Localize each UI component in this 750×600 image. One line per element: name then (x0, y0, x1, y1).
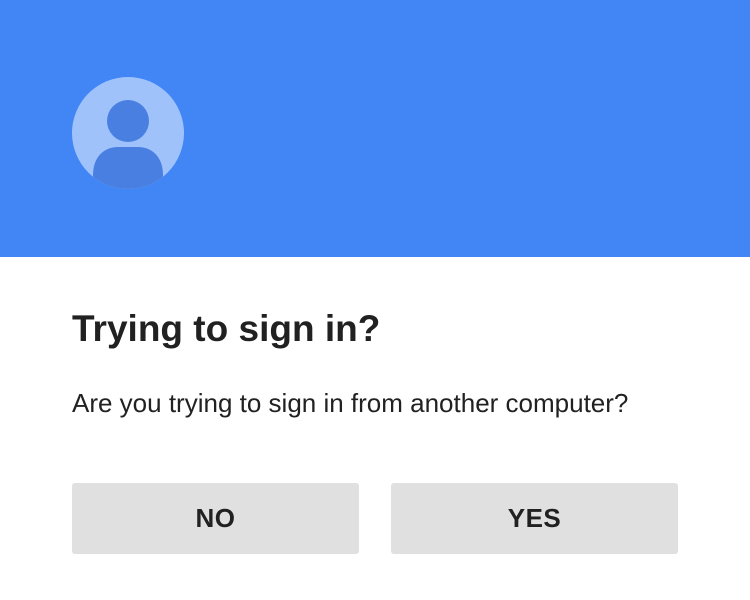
sign-in-confirmation-dialog: Trying to sign in? Are you trying to sig… (0, 0, 750, 600)
person-icon (93, 100, 163, 189)
dialog-message: Are you trying to sign in from another c… (72, 388, 629, 418)
account-avatar-icon (72, 77, 184, 189)
dialog-title: Trying to sign in? (72, 308, 381, 349)
no-button[interactable]: NO (72, 483, 359, 554)
yes-button[interactable]: YES (391, 483, 678, 554)
dialog-header (0, 0, 750, 257)
